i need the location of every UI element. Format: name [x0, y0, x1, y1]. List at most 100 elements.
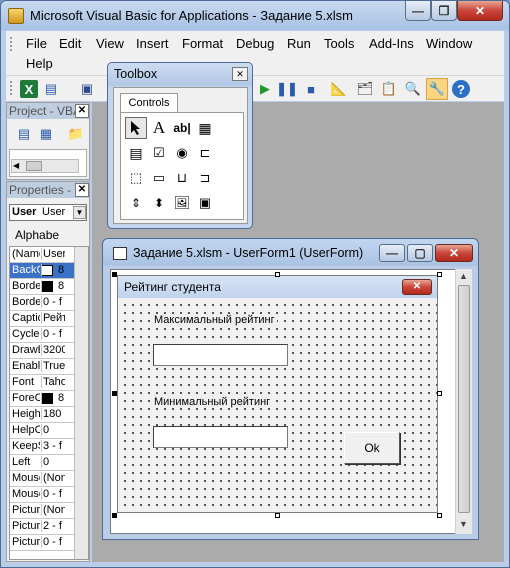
property-value[interactable]: 0 - f [41, 488, 65, 500]
resize-handle[interactable] [437, 272, 442, 277]
property-value[interactable]: Рейт [41, 312, 65, 324]
resize-handle[interactable] [437, 391, 442, 396]
property-value[interactable]: 0 [41, 456, 65, 468]
scroll-down-icon[interactable]: ▼ [459, 519, 468, 529]
frame-tool-icon[interactable]: ⬚ [125, 167, 147, 189]
listbox-tool-icon[interactable]: ▤ [125, 142, 147, 164]
property-value[interactable]: User [41, 248, 65, 260]
help-icon[interactable]: ? [452, 80, 470, 98]
project-hscrollbar[interactable]: ◀ [11, 159, 79, 173]
property-value[interactable]: 0 - f [41, 296, 65, 308]
properties-window-icon[interactable]: 📋 [380, 80, 398, 98]
view-excel-icon[interactable]: X [20, 80, 38, 98]
reset-icon[interactable]: ■ [302, 80, 320, 98]
chevron-down-icon[interactable]: ▼ [73, 206, 86, 219]
menu-window[interactable]: Window [426, 36, 472, 51]
property-value[interactable]: 2 - f [41, 520, 65, 532]
resize-handle[interactable] [112, 513, 117, 518]
object-selector[interactable]: User User ▼ [9, 204, 87, 221]
designer-scroll-thumb[interactable] [458, 285, 470, 513]
properties-panel-close-button[interactable]: ✕ [75, 183, 89, 197]
insert-userform-icon[interactable]: ▤ [42, 80, 60, 98]
property-value[interactable]: (Non [41, 504, 65, 516]
properties-vscrollbar[interactable] [74, 247, 88, 559]
property-name: HelpC [12, 424, 40, 436]
tab-controls[interactable]: Controls [120, 93, 178, 113]
save-icon[interactable]: ▣ [78, 80, 96, 98]
property-value[interactable]: (Non [41, 472, 65, 484]
close-button[interactable]: ✕ [457, 1, 503, 21]
properties-panel-title: Properties - U [9, 183, 75, 197]
project-explorer-icon[interactable]: 🗂 [356, 80, 374, 98]
property-value[interactable]: 8 [41, 392, 65, 404]
break-icon[interactable]: ❚❚ [276, 80, 298, 98]
property-value[interactable]: True [41, 360, 65, 372]
design-mode-icon[interactable]: 📐 [330, 80, 348, 98]
property-value[interactable]: 0 - f [41, 328, 65, 340]
resize-handle[interactable] [275, 272, 280, 277]
menu-insert[interactable]: Insert [136, 36, 169, 51]
tab-alphabetic[interactable]: Alphabe [15, 228, 59, 242]
menu-tools[interactable]: Tools [324, 36, 354, 51]
scroll-up-icon[interactable]: ▲ [459, 271, 468, 281]
resize-handle[interactable] [275, 513, 280, 518]
maximize-button[interactable]: ❐ [431, 1, 457, 21]
property-value[interactable]: 0 [41, 424, 65, 436]
view-object-icon[interactable]: ▦ [37, 125, 55, 143]
designer-vscrollbar[interactable]: ▲ ▼ [455, 269, 472, 534]
designer-minimize-button[interactable]: — [379, 244, 405, 262]
scroll-left-icon[interactable]: ◀ [13, 161, 19, 170]
refedit-tool-icon[interactable]: ▣ [194, 192, 216, 214]
image-tool-icon[interactable]: 🖼 [171, 192, 193, 214]
checkbox-tool-icon[interactable]: ☑ [148, 142, 170, 164]
designer-maximize-button[interactable]: ▢ [407, 244, 433, 262]
optionbutton-tool-icon[interactable]: ◉ [171, 142, 193, 164]
run-icon[interactable]: ▶ [256, 80, 274, 98]
toolbox-close-button[interactable]: ✕ [232, 67, 248, 81]
menu-file[interactable]: File [26, 36, 47, 51]
menu-run[interactable]: Run [287, 36, 311, 51]
togglebutton-tool-icon[interactable]: ⊏ [194, 142, 216, 164]
menu-debug[interactable]: Debug [236, 36, 274, 51]
object-browser-icon[interactable]: 🔍 [404, 80, 422, 98]
tabstrip-tool-icon[interactable]: ⊔ [171, 167, 193, 189]
property-value[interactable]: 3 - f [41, 440, 65, 452]
label-tool-icon[interactable]: A [148, 117, 170, 139]
select-objects-icon[interactable] [125, 117, 147, 139]
menu-addins[interactable]: Add-Ins [369, 36, 414, 51]
ok-button[interactable]: Ok [344, 432, 400, 464]
property-value[interactable]: 0 - f [41, 536, 65, 548]
project-panel-close-button[interactable]: ✕ [75, 104, 89, 118]
property-value[interactable]: 8 [41, 264, 65, 276]
property-value[interactable]: 3200 [41, 344, 65, 356]
menu-bar: File Edit View Insert Format Debug Run T… [6, 31, 504, 75]
scroll-thumb[interactable] [26, 161, 42, 171]
property-value[interactable]: Taho [41, 376, 65, 388]
scrollbar-tool-icon[interactable]: ⇕ [125, 192, 147, 214]
toggle-folders-icon[interactable]: 📁 [67, 125, 85, 143]
textbox-tool-icon[interactable]: ab| [171, 117, 193, 139]
property-name: Pictur [12, 504, 40, 516]
multipage-tool-icon[interactable]: ⊐ [194, 167, 216, 189]
property-value[interactable]: 180 [41, 408, 65, 420]
userform[interactable]: Рейтинг студента ✕ Максимальный рейтинг … [117, 275, 438, 513]
resize-handle[interactable] [112, 391, 117, 396]
view-code-icon[interactable]: ▤ [15, 125, 33, 143]
input-min-rating[interactable] [153, 426, 288, 448]
userform-close-button[interactable]: ✕ [402, 279, 432, 295]
combobox-tool-icon[interactable]: ▦ [194, 117, 216, 139]
minimize-button[interactable]: — [405, 1, 431, 21]
commandbutton-tool-icon[interactable]: ▭ [148, 167, 170, 189]
property-value[interactable]: 8 [41, 280, 65, 292]
resize-handle[interactable] [112, 272, 117, 277]
toolbox-icon[interactable]: 🔧 [426, 78, 448, 100]
menu-format[interactable]: Format [182, 36, 223, 51]
resize-handle[interactable] [437, 513, 442, 518]
menu-help[interactable]: Help [26, 56, 53, 71]
input-max-rating[interactable] [153, 344, 288, 366]
designer-close-button[interactable]: ✕ [435, 244, 473, 262]
property-name: DrawB [12, 344, 40, 356]
menu-view[interactable]: View [96, 36, 124, 51]
menu-edit[interactable]: Edit [59, 36, 81, 51]
spinbutton-tool-icon[interactable]: ⬍ [148, 192, 170, 214]
